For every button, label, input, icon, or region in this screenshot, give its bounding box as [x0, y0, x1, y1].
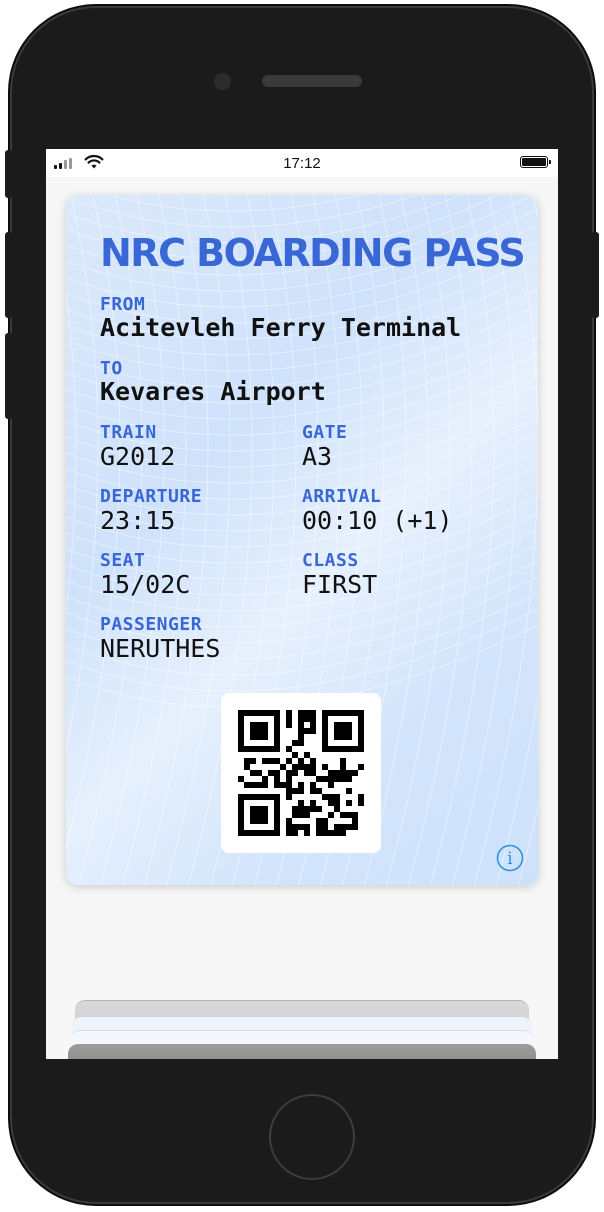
- train-value: G2012: [100, 442, 176, 471]
- info-icon[interactable]: i: [496, 844, 524, 872]
- seat-label: SEAT: [100, 550, 146, 571]
- silent-switch[interactable]: [5, 150, 13, 198]
- from-value: Acitevleh Ferry Terminal: [100, 313, 462, 342]
- departure-value: 23:15: [100, 506, 176, 535]
- volume-up-button[interactable]: [5, 232, 13, 318]
- arrival-value: 00:10 (+1): [302, 506, 453, 535]
- screen: 17:12 NRC BOARDING PASS FROM Acitevleh F…: [46, 149, 558, 1059]
- passenger-value: NERUTHES: [100, 634, 221, 663]
- class-label: CLASS: [302, 550, 359, 571]
- pass-title: NRC BOARDING PASS: [100, 231, 526, 275]
- arrival-label: ARRIVAL: [302, 486, 382, 507]
- earpiece-speaker: [262, 75, 362, 87]
- status-time: 17:12: [283, 155, 321, 172]
- to-value: Kevares Airport: [100, 377, 326, 406]
- boarding-pass-card[interactable]: NRC BOARDING PASS FROM Acitevleh Ferry T…: [66, 195, 538, 885]
- from-label: FROM: [100, 294, 146, 315]
- status-bar: 17:12: [46, 149, 558, 177]
- to-label: TO: [100, 358, 123, 379]
- train-label: TRAIN: [100, 422, 157, 443]
- qr-code-panel: [221, 693, 381, 853]
- battery-icon: [520, 156, 551, 168]
- qr-code: [238, 710, 364, 836]
- passenger-label: PASSENGER: [100, 614, 203, 635]
- gate-label: GATE: [302, 422, 348, 443]
- home-button[interactable]: [269, 1094, 355, 1180]
- svg-text:i: i: [507, 849, 513, 869]
- class-value: FIRST: [302, 570, 378, 599]
- volume-down-button[interactable]: [5, 333, 13, 419]
- power-button[interactable]: [591, 232, 599, 318]
- departure-label: DEPARTURE: [100, 486, 203, 507]
- front-camera: [214, 73, 231, 90]
- stacked-card-4[interactable]: [68, 1044, 536, 1059]
- seat-value: 15/02C: [100, 570, 191, 599]
- gate-value: A3: [302, 442, 333, 471]
